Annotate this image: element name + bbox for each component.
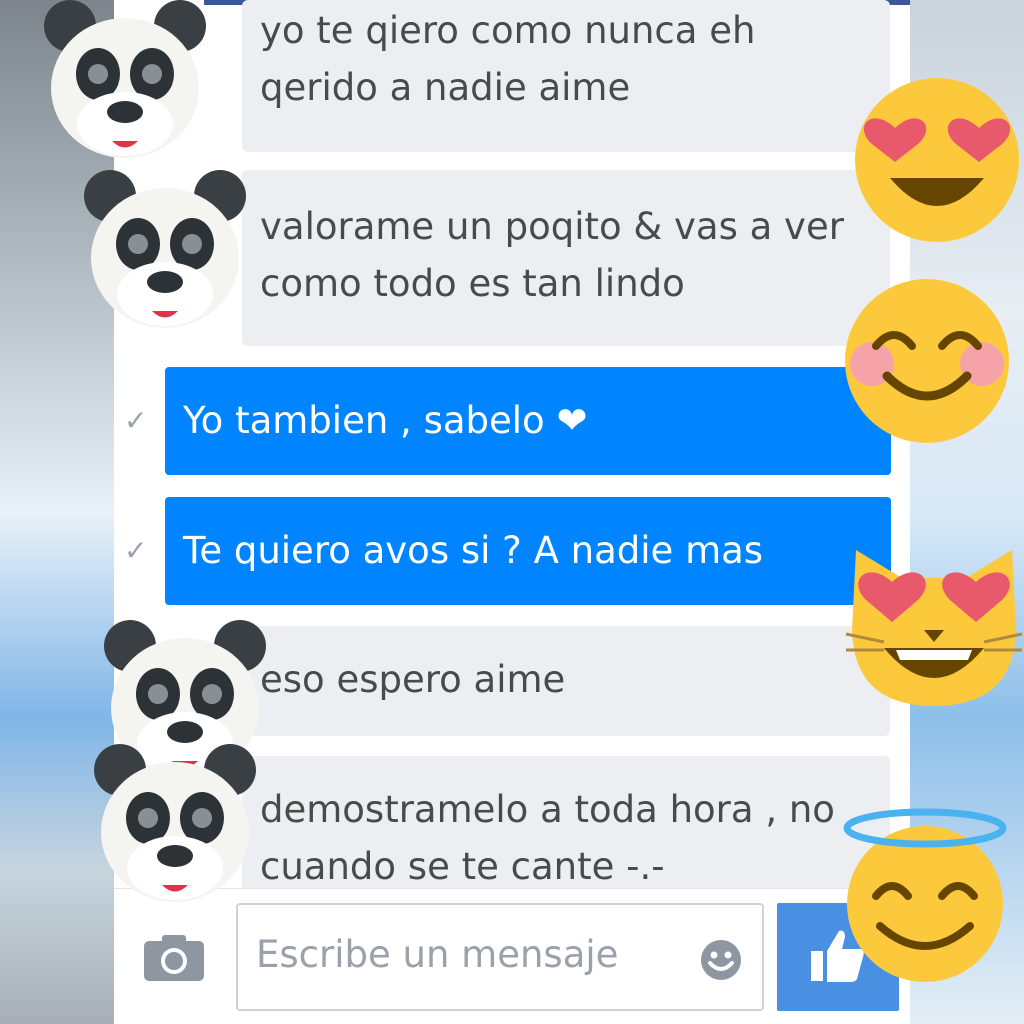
heart-eyes-emoji	[855, 78, 1019, 242]
message-incoming[interactable]: yo te qiero como nunca eh qerido a nadie…	[242, 0, 890, 152]
message-text: yo te qiero como nunca eh qerido a nadie…	[260, 9, 756, 109]
message-outgoing[interactable]: Te quiero avos si ? A nadie mas	[165, 497, 891, 605]
message-text: valorame un poqito & vas a ver como todo…	[260, 205, 844, 305]
sent-check-icon: ✓	[124, 404, 148, 437]
message-text: Te quiero avos si ? A nadie mas	[183, 529, 764, 572]
heart-eyes-cat-emoji	[845, 550, 1023, 706]
panda-sticker	[94, 744, 256, 902]
message-text: demostramelo a toda hora , no cuando se …	[260, 788, 835, 888]
message-input-placeholder: Escribe un mensaje	[256, 933, 619, 976]
message-incoming[interactable]: demostramelo a toda hora , no cuando se …	[242, 756, 890, 896]
message-input[interactable]: Escribe un mensaje	[236, 903, 764, 1011]
message-text: eso espero aime	[260, 658, 566, 701]
message-text: Yo tambien , sabelo ❤	[183, 399, 588, 442]
panda-sticker	[44, 0, 206, 158]
sent-check-icon: ✓	[124, 534, 148, 567]
message-incoming[interactable]: eso espero aime	[242, 626, 890, 736]
message-incoming[interactable]: valorame un poqito & vas a ver como todo…	[242, 170, 890, 346]
smiling-blush-emoji	[845, 279, 1009, 443]
halo-smile-emoji	[843, 808, 1007, 982]
panda-sticker	[84, 170, 246, 328]
smiley-icon[interactable]	[700, 939, 742, 981]
camera-icon[interactable]	[142, 933, 206, 983]
message-outgoing[interactable]: Yo tambien , sabelo ❤	[165, 367, 891, 475]
